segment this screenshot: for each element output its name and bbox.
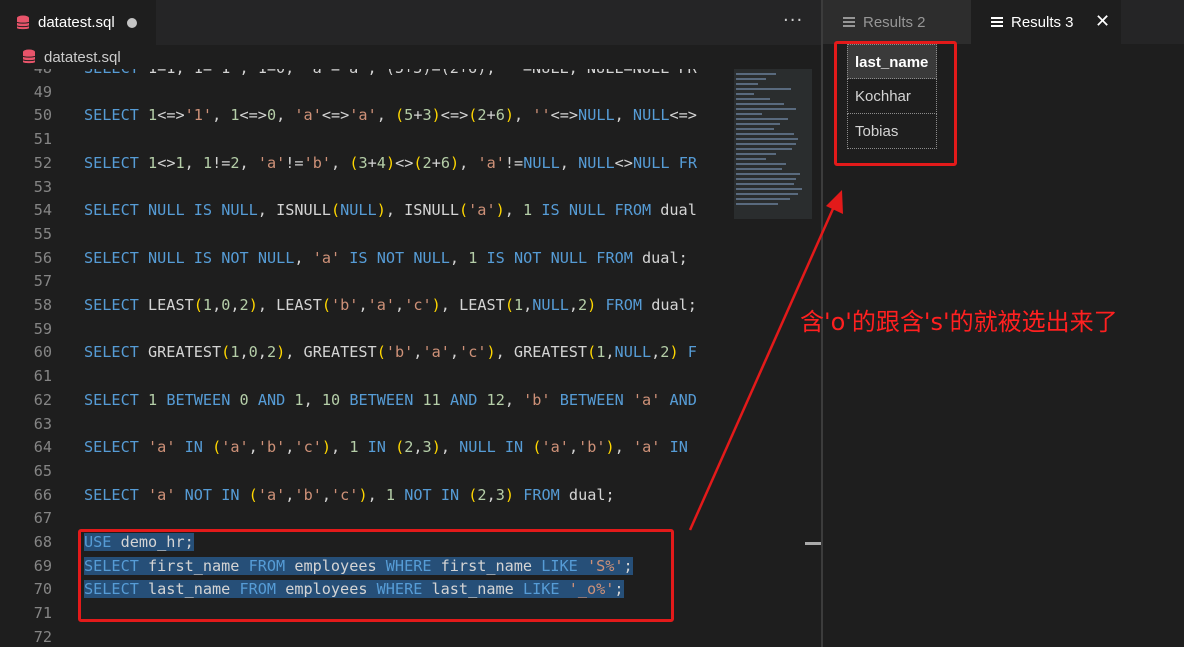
- annotation-text: 含'o'的跟含's'的就被选出来了: [800, 308, 1118, 336]
